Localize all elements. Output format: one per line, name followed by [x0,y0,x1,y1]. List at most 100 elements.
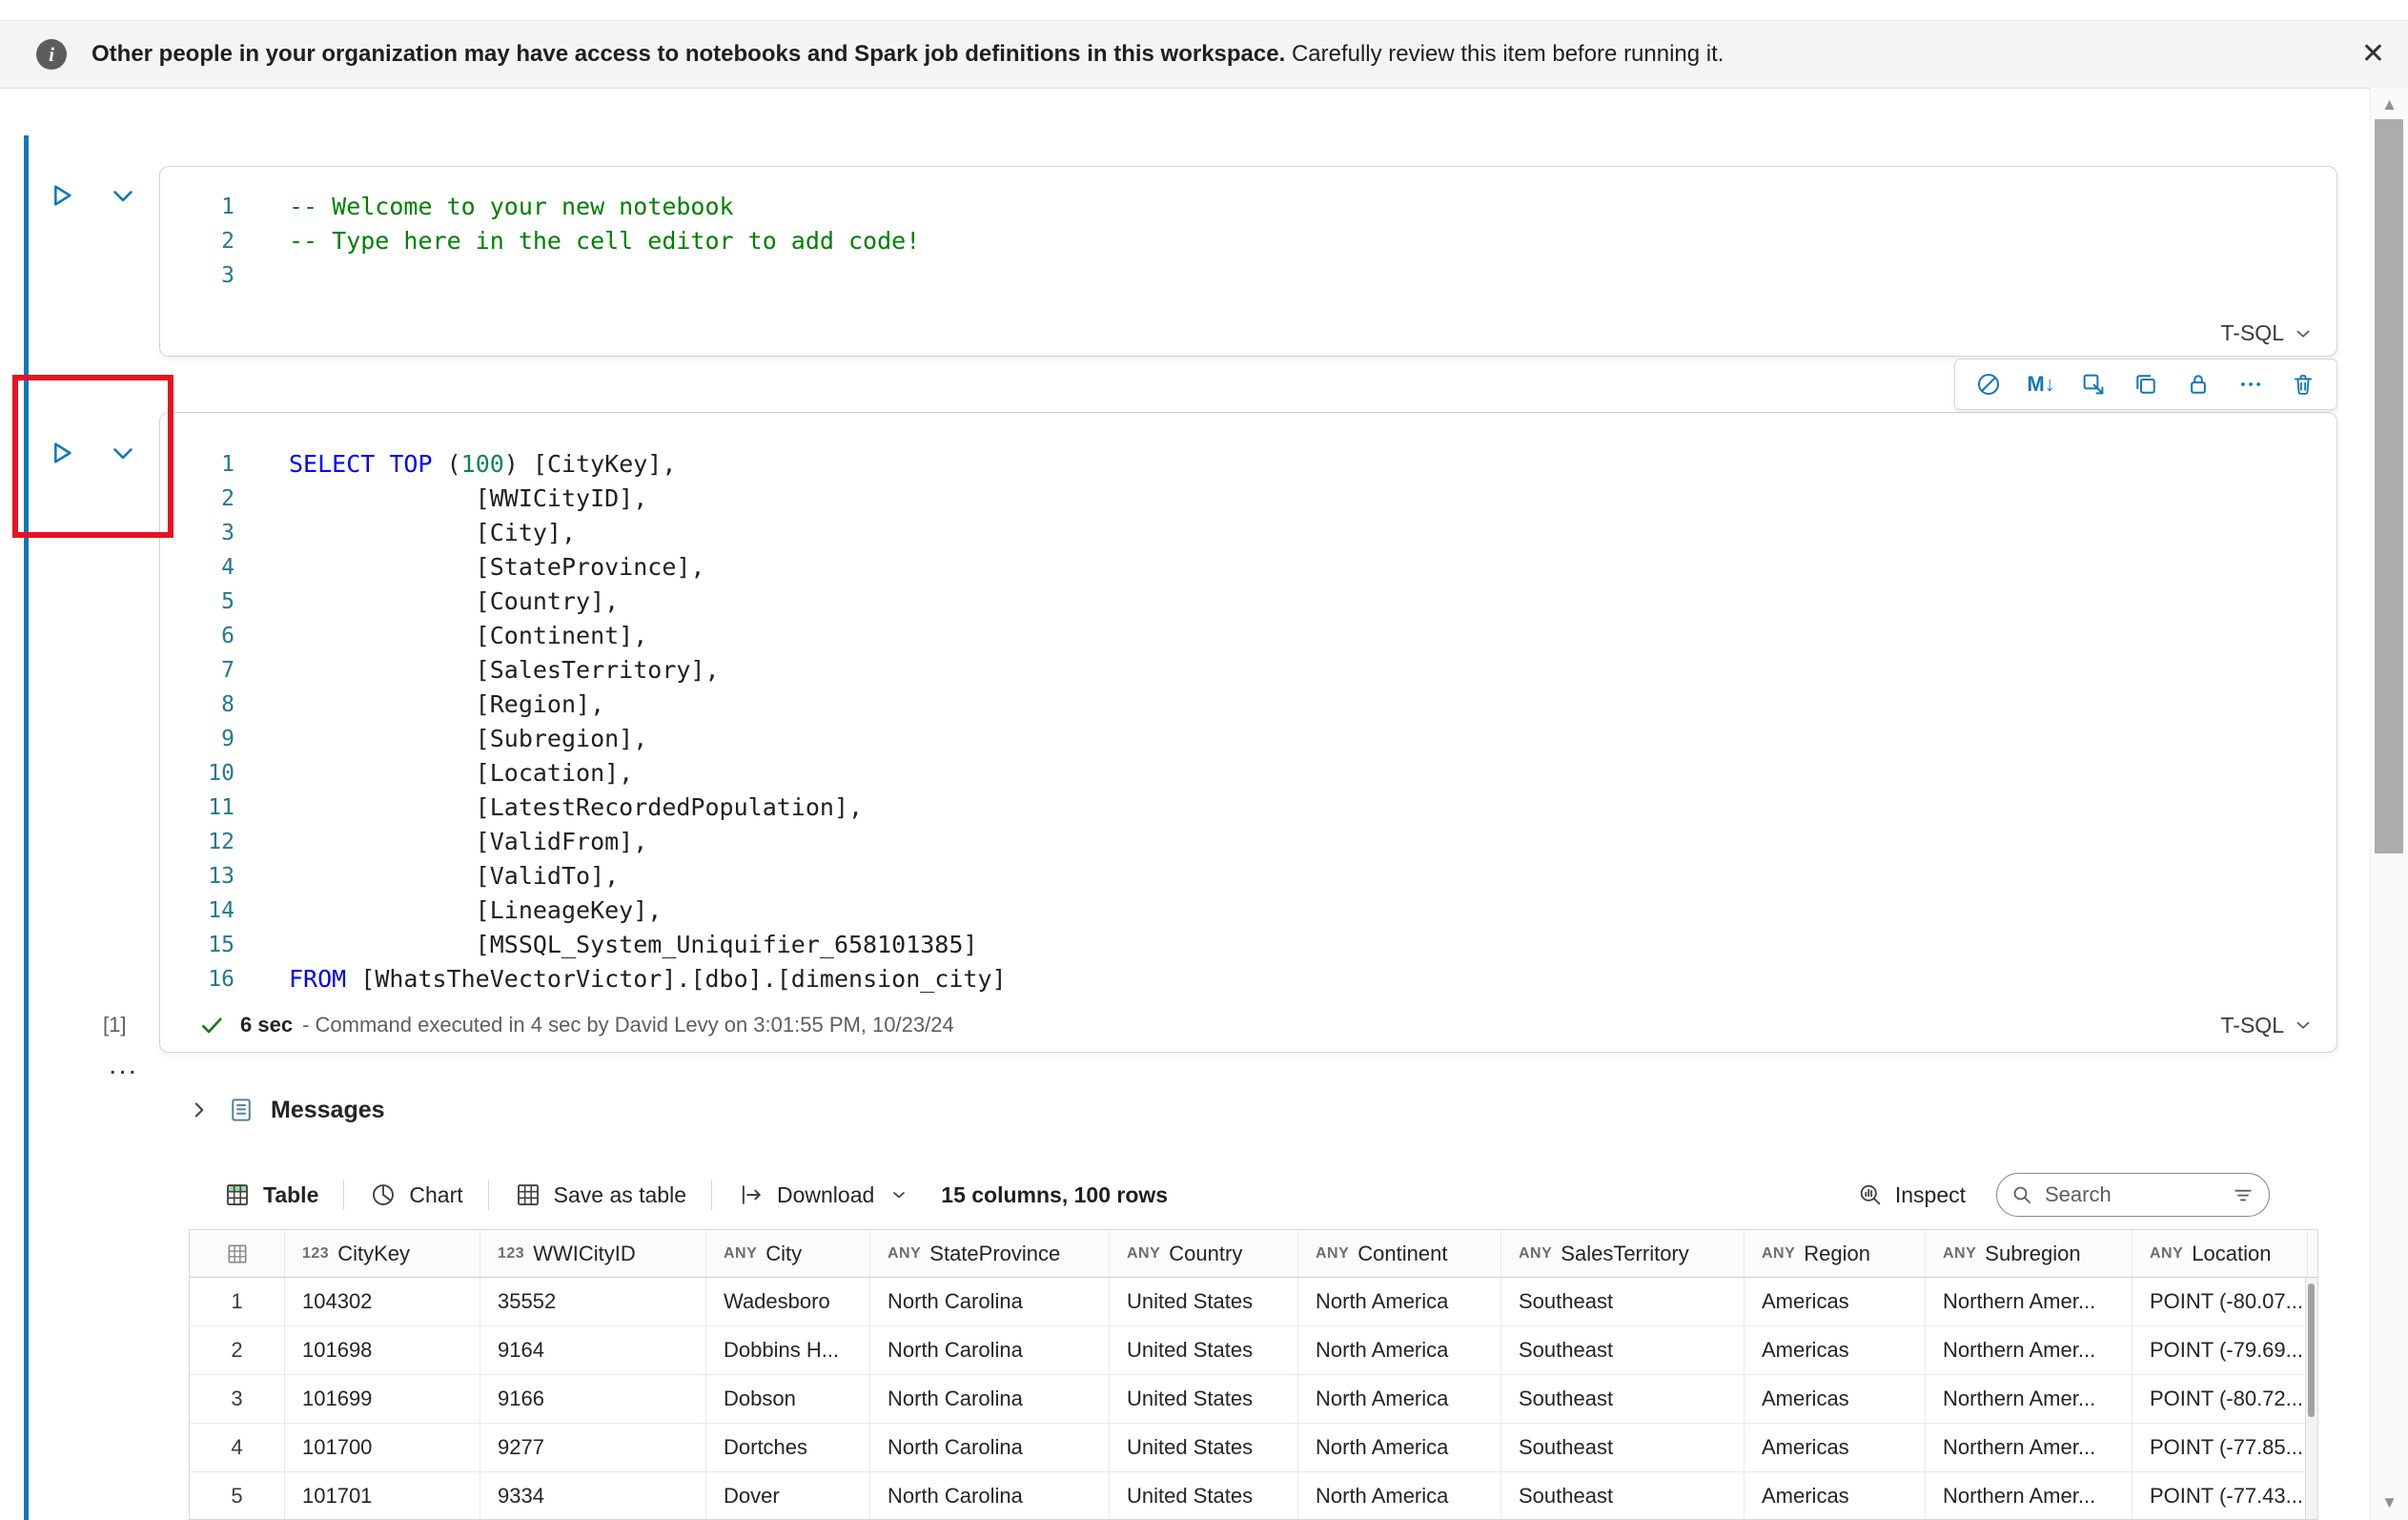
table-scrollbar-thumb[interactable] [2308,1284,2315,1417]
table-cell[interactable]: North America [1298,1472,1501,1519]
collapse-cell-button[interactable] [107,179,139,212]
column-header[interactable]: ANY Location [2133,1230,2308,1277]
table-cell[interactable]: North America [1298,1278,1501,1326]
table-cell[interactable]: Americas [1745,1326,1926,1375]
table-cell[interactable]: North Carolina [870,1375,1110,1424]
code-text[interactable]: SELECT TOP (100) [CityKey], [235,447,676,482]
table-cell[interactable]: North America [1298,1375,1501,1424]
table-cell[interactable]: Northern Amer... [1926,1278,2133,1326]
code-text[interactable]: [Subregion], [235,722,648,756]
code-text[interactable]: [WWICityID], [235,482,648,516]
code-text[interactable]: FROM [WhatsTheVectorVictor].[dbo].[dimen… [235,962,1007,996]
code-text[interactable]: [Location], [235,756,634,791]
table-cell[interactable]: 9334 [480,1472,706,1519]
table-cell[interactable]: Southeast [1501,1278,1745,1326]
code-text[interactable]: [SalesTerritory], [235,653,720,688]
table-cell[interactable]: North Carolina [870,1472,1110,1519]
code-cell-2[interactable]: 1 SELECT TOP (100) [CityKey], 2 [WWICityID… [159,412,2337,1053]
table-cell[interactable]: Southeast [1501,1424,1745,1472]
code-text[interactable]: -- Welcome to your new notebook [235,190,734,224]
table-cell[interactable]: United States [1110,1326,1298,1375]
table-cell[interactable]: POINT (-80.07... [2133,1278,2308,1326]
language-selector[interactable]: T-SQL [2221,1013,2314,1038]
messages-section-toggle[interactable]: Messages [187,1087,385,1133]
tab-chart[interactable]: Chart [369,1181,463,1209]
inspect-button[interactable]: Inspect [1857,1181,1966,1208]
code-editor[interactable]: 1 -- Welcome to your new notebook 2 -- Type… [160,167,2337,293]
search-box[interactable] [1996,1173,2270,1217]
table-row[interactable]: 5 101701 9334 Dover North Carolina United Sta… [190,1472,2317,1519]
code-text[interactable]: [Country], [235,585,620,619]
delete-cell-icon[interactable] [2289,370,2317,399]
table-row[interactable]: 2 101698 9164 Dobbins H... North Carolina Uni… [190,1326,2317,1375]
save-as-table-button[interactable]: Save as table [514,1181,686,1209]
table-row[interactable]: 4 101700 9277 Dortches North Carolina United … [190,1424,2317,1472]
table-cell[interactable]: Americas [1745,1472,1926,1519]
table-cell[interactable]: Northern Amer... [1926,1375,2133,1424]
table-cell[interactable]: Dobbins H... [706,1326,870,1375]
code-text[interactable]: [ValidFrom], [235,825,648,859]
table-cell[interactable]: North America [1298,1424,1501,1472]
code-text[interactable]: [StateProvince], [235,550,705,585]
column-header[interactable]: ANY Subregion [1926,1230,2133,1277]
chevron-right-icon[interactable] [187,1098,212,1122]
search-input[interactable] [2043,1181,2221,1208]
collapse-cell-button[interactable] [107,437,139,469]
close-icon[interactable]: ✕ [2361,40,2385,69]
table-cell[interactable]: 101699 [285,1375,480,1424]
table-cell[interactable]: United States [1110,1472,1298,1519]
code-text[interactable]: [LineageKey], [235,894,663,928]
filter-icon[interactable] [2231,1182,2255,1207]
table-cell[interactable]: POINT (-77.43... [2133,1472,2308,1519]
table-cell[interactable]: United States [1110,1375,1298,1424]
table-cell[interactable]: North America [1298,1326,1501,1375]
table-cell[interactable]: 9164 [480,1326,706,1375]
freeze-cell-icon[interactable] [2184,370,2213,399]
table-cell[interactable]: POINT (-77.85... [2133,1424,2308,1472]
table-cell[interactable]: POINT (-79.69... [2133,1326,2308,1375]
column-header[interactable]: ANY SalesTerritory [1501,1230,1745,1277]
table-row[interactable]: 3 101699 9166 Dobson North Carolina United St… [190,1375,2317,1424]
table-cell[interactable]: Northern Amer... [1926,1424,2133,1472]
scroll-down-icon[interactable]: ▼ [2371,1493,2408,1512]
code-cell-1[interactable]: 1 -- Welcome to your new notebook 2 -- Type… [159,166,2337,357]
table-cell[interactable]: Dover [706,1472,870,1519]
table-cell[interactable]: Americas [1745,1375,1926,1424]
column-header[interactable]: 123 WWICityID [480,1230,706,1277]
table-cell[interactable]: Americas [1745,1424,1926,1472]
convert-to-markdown-icon[interactable]: M↓ [2027,370,2055,399]
toggle-parameter-cell-icon[interactable] [1974,370,2003,399]
table-cell[interactable]: Northern Amer... [1926,1472,2133,1519]
code-text[interactable]: [Region], [235,688,604,722]
table-cell[interactable]: North Carolina [870,1326,1110,1375]
column-header[interactable]: 123 CityKey [285,1230,480,1277]
column-header[interactable]: ANY Region [1745,1230,1926,1277]
table-cell[interactable]: 101698 [285,1326,480,1375]
table-cell[interactable]: Southeast [1501,1375,1745,1424]
table-cell[interactable]: Wadesboro [706,1278,870,1326]
table-scrollbar[interactable] [2305,1278,2317,1519]
run-cell-button[interactable] [45,437,77,469]
table-cell[interactable]: POINT (-80.72... [2133,1375,2308,1424]
language-selector[interactable]: T-SQL [2221,320,2314,346]
code-text[interactable]: -- Type here in the cell editor to add c… [235,224,920,258]
code-text[interactable]: [LatestRecordedPopulation], [235,791,863,825]
column-header[interactable]: ANY StateProvince [870,1230,1110,1277]
table-row[interactable]: 1 104302 35552 Wadesboro North Carolina Unite… [190,1278,2317,1326]
code-text[interactable]: [MSSQL_System_Uniquifier_658101385] [235,928,978,962]
table-cell[interactable]: Dortches [706,1424,870,1472]
code-editor[interactable]: 1 SELECT TOP (100) [CityKey], 2 [WWICityID… [160,413,2337,996]
table-cell[interactable]: Americas [1745,1278,1926,1326]
code-text[interactable] [235,258,289,293]
table-cell[interactable]: United States [1110,1424,1298,1472]
code-text[interactable]: [City], [235,516,576,550]
table-cell[interactable]: 9277 [480,1424,706,1472]
code-text[interactable]: [Continent], [235,619,648,653]
table-corner-cell[interactable] [190,1230,285,1277]
table-cell[interactable]: Southeast [1501,1326,1745,1375]
hide-input-icon[interactable] [2079,370,2108,399]
column-header[interactable]: ANY Continent [1298,1230,1501,1277]
more-commands-icon[interactable] [2236,370,2265,399]
table-cell[interactable]: United States [1110,1278,1298,1326]
tab-table[interactable]: Table [223,1181,318,1209]
